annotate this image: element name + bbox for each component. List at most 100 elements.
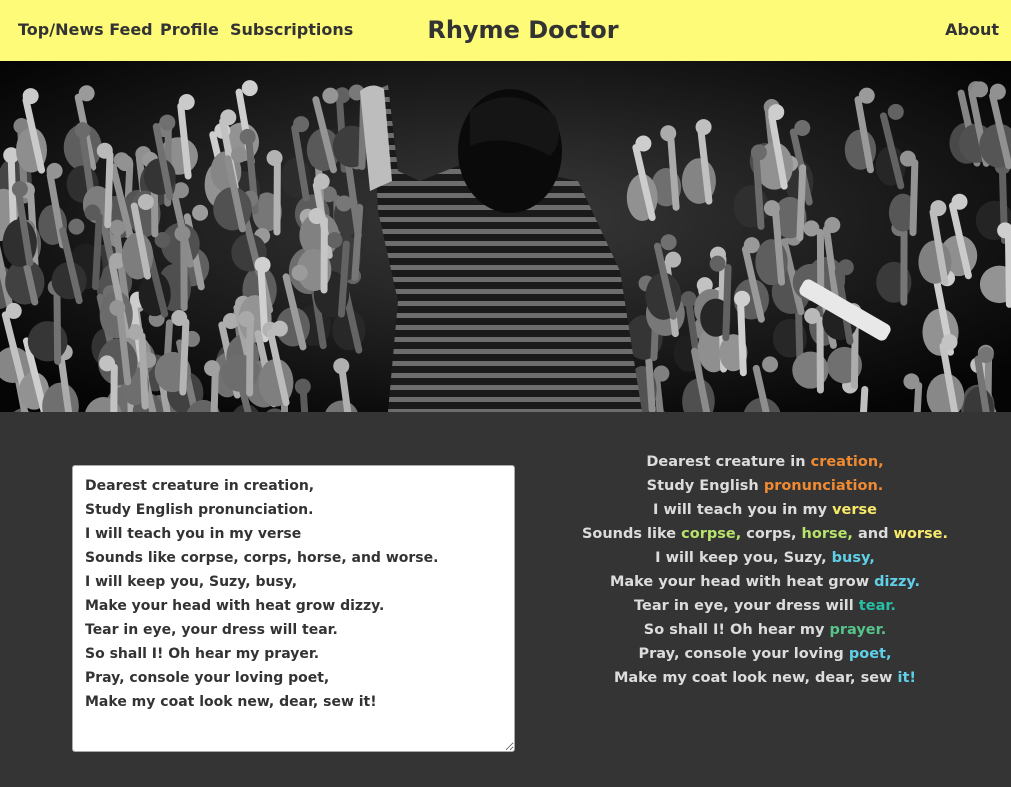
poem-text: I will keep you, Suzy, [655, 550, 832, 566]
crowd-hand [291, 264, 308, 281]
crowd-hand [5, 302, 22, 319]
crowd-arm [351, 203, 364, 281]
poem-line: So shall I! Oh hear my prayer. [545, 618, 985, 642]
crowd-hand [768, 104, 785, 121]
crowd-hand [803, 220, 820, 237]
poem-text: Pray, console your loving [638, 646, 849, 662]
crowd-hand [887, 103, 904, 120]
rhyme-word: verse [832, 502, 877, 518]
poem-text: Make my coat look new, dear, sew [613, 670, 898, 686]
crowd-hand [903, 373, 920, 390]
poem-line: I will teach you in my verse [545, 498, 985, 522]
crowd-hand [695, 119, 712, 136]
crowd-arm [179, 318, 190, 396]
crowd-hand [266, 150, 283, 167]
crowd-hand [220, 109, 237, 126]
crowd-hand [84, 204, 101, 221]
site-title[interactable]: Rhyme Doctor [0, 14, 1011, 46]
crowd-hand [941, 334, 958, 351]
crowd-hand [293, 116, 310, 133]
poem-text: corps, [741, 526, 802, 542]
rhyme-word: dizzy. [874, 574, 921, 590]
crowd-hand [174, 225, 191, 242]
poem-text: Dearest creature in [646, 454, 811, 470]
crowd-arm [1004, 230, 1011, 308]
poem-text: Sounds like [581, 526, 682, 542]
crowd-hand [660, 234, 677, 251]
crowd-arm [104, 151, 114, 229]
crowd-arm [796, 164, 807, 242]
crowd-hand [635, 135, 652, 152]
crowd-hand [858, 87, 875, 104]
rhyme-word: creation, [810, 454, 884, 470]
crowd-hand [824, 217, 841, 234]
poem-text: Study English [646, 478, 764, 494]
poem-line: Tear in eye, your dress will tear. [545, 594, 985, 618]
crowd-hand [68, 218, 85, 235]
poem-line: I will keep you, Suzy, busy, [545, 546, 985, 570]
crowd-hand [78, 85, 95, 102]
crowd-hand [231, 146, 248, 163]
crowd-hand [322, 87, 339, 104]
crowd-hand [763, 200, 780, 217]
crowd-hand [335, 195, 352, 212]
rhyme-word: pronunciation. [763, 478, 884, 494]
crowd-arm [91, 213, 103, 291]
crowd-hand [137, 194, 154, 211]
concert-crowd-photo [0, 61, 1011, 412]
crowd-hand [171, 310, 188, 327]
crowd-hand [665, 251, 682, 268]
crowd-hand [977, 347, 994, 364]
crowd-arm [860, 385, 869, 412]
crowd-hand [74, 122, 91, 139]
crowd-hand [989, 83, 1006, 100]
crowd-hand [734, 290, 751, 307]
crowd-hand [99, 355, 116, 372]
poem-text: I will teach you in my [653, 502, 833, 518]
top-navbar: : Top/News Feed Profile Subscriptions Rh… [0, 0, 1011, 61]
rhyme-word: tear. [858, 598, 896, 614]
crowd-hand [326, 232, 343, 249]
rhyme-word: it! [897, 670, 917, 686]
crowd-arm [210, 368, 219, 412]
rhyme-word: busy, [831, 550, 875, 566]
crowd-arm [722, 264, 732, 342]
poem-line: Make your head with heat grow dizzy. [545, 570, 985, 594]
crowd-hand [930, 200, 947, 217]
crowd-hand [951, 193, 968, 210]
crowd-hand [794, 119, 811, 136]
crowd-arm [138, 332, 149, 410]
poem-input-textarea[interactable] [72, 465, 515, 752]
rhyme-analysis-output: Dearest creature in creation, Study Engli… [545, 450, 985, 690]
crowd-arm [752, 152, 765, 230]
nav-link-about[interactable]: About [945, 20, 999, 40]
crowd-head [27, 321, 68, 362]
crowd-hand [96, 142, 113, 159]
crowd-hand [178, 94, 195, 111]
poem-text: and [852, 526, 894, 542]
poem-line: Pray, console your loving poet, [545, 642, 985, 666]
rhyme-word: poet, [848, 646, 892, 662]
poem-line: Study English pronunciation. [545, 474, 985, 498]
crowd-arm [110, 363, 118, 412]
poem-text: Tear in eye, your dress will [634, 598, 859, 614]
crowd-hand [308, 208, 325, 225]
rhyme-word: corpse, [681, 526, 742, 542]
rhyme-word: horse, [801, 526, 853, 542]
crowd-hand [46, 162, 63, 179]
crowd-hand [11, 180, 28, 197]
crowd-hand [750, 144, 767, 161]
crowd-hand [804, 308, 821, 325]
rhyme-word: worse. [893, 526, 949, 542]
crowd-arm [246, 319, 254, 397]
crowd-hand [762, 356, 779, 373]
crowd-hand [241, 80, 258, 97]
crowd-hand [899, 150, 916, 167]
crowd-arm [737, 299, 747, 377]
crowd-hand [22, 88, 39, 105]
crowd-hand [109, 219, 126, 236]
crowd-hand [333, 358, 350, 375]
crowd-hand [271, 320, 288, 337]
crowd-arm [53, 287, 62, 365]
crowd-hand [837, 259, 854, 276]
